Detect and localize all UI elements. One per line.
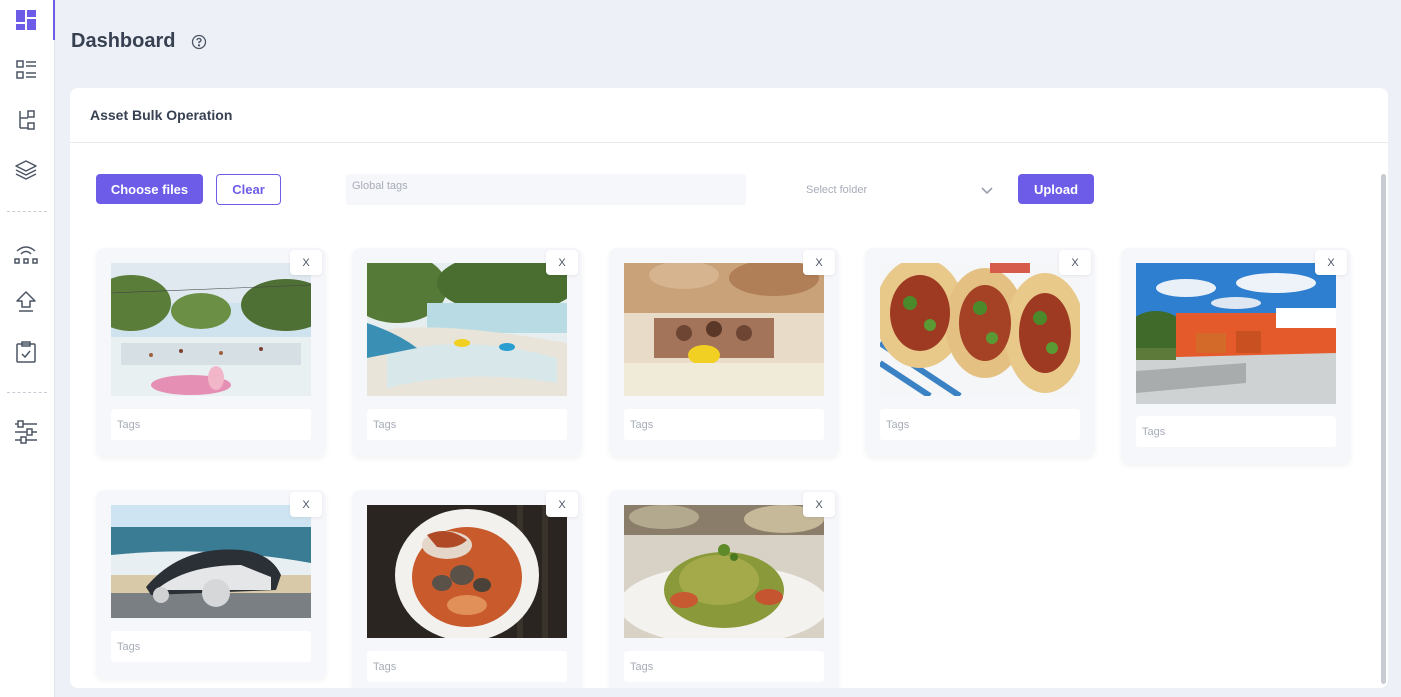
sidebar [0,0,55,697]
network-icon[interactable] [12,240,40,268]
clipboard-check-icon[interactable] [12,338,40,366]
asset-tags-input[interactable] [111,631,311,662]
asset-tags-input[interactable] [367,409,567,440]
choose-files-button[interactable]: Choose files [96,174,203,204]
chevron-down-icon [981,187,993,195]
remove-asset-button[interactable]: X [803,250,835,275]
asset-thumbnail [624,263,824,396]
sidebar-divider [7,392,47,393]
scrollbar[interactable] [1381,174,1386,684]
asset-tags-input[interactable] [624,409,824,440]
asset-tile: X [352,248,582,457]
global-tags-input[interactable] [346,174,746,205]
asset-tile: X [609,248,839,457]
card-title: Asset Bulk Operation [70,88,1388,143]
asset-bulk-operation-card: Asset Bulk Operation Choose files Clear … [70,88,1388,688]
remove-asset-button[interactable]: X [546,492,578,517]
remove-asset-button[interactable]: X [1059,250,1091,275]
asset-tags-input[interactable] [367,651,567,682]
asset-tile: X [1121,248,1351,464]
select-folder-placeholder: Select folder [806,183,868,196]
asset-tile: X [609,490,839,688]
list-icon[interactable] [12,56,40,84]
hierarchy-icon[interactable] [12,106,40,134]
help-icon[interactable] [191,34,207,50]
remove-asset-button[interactable]: X [803,492,835,517]
sidebar-divider [7,211,47,212]
remove-asset-button[interactable]: X [290,250,322,275]
asset-tags-input[interactable] [111,409,311,440]
select-folder-dropdown[interactable]: Select folder [796,174,994,205]
layers-icon[interactable] [12,156,40,184]
asset-thumbnail [111,263,311,396]
asset-thumbnail [367,505,567,638]
upload-icon[interactable] [12,288,40,316]
remove-asset-button[interactable]: X [290,492,322,517]
dashboard-icon[interactable] [12,6,40,34]
asset-tile: X [865,248,1095,457]
asset-tags-input[interactable] [880,409,1080,440]
asset-tags-input[interactable] [624,651,824,682]
asset-thumbnail [880,263,1080,396]
asset-tile: X [352,490,582,688]
asset-thumbnail [111,505,311,618]
upload-button[interactable]: Upload [1018,174,1094,204]
asset-thumbnail [367,263,567,396]
clear-button[interactable]: Clear [216,174,281,205]
asset-thumbnail [1136,263,1336,404]
page-title: Dashboard [71,30,176,52]
asset-tags-input[interactable] [1136,416,1336,447]
asset-tile: X [96,490,326,679]
asset-tile: X [96,248,326,457]
remove-asset-button[interactable]: X [1315,250,1347,275]
remove-asset-button[interactable]: X [546,250,578,275]
sidebar-active-indicator [53,0,55,40]
sliders-icon[interactable] [12,418,40,446]
asset-thumbnail [624,505,824,638]
